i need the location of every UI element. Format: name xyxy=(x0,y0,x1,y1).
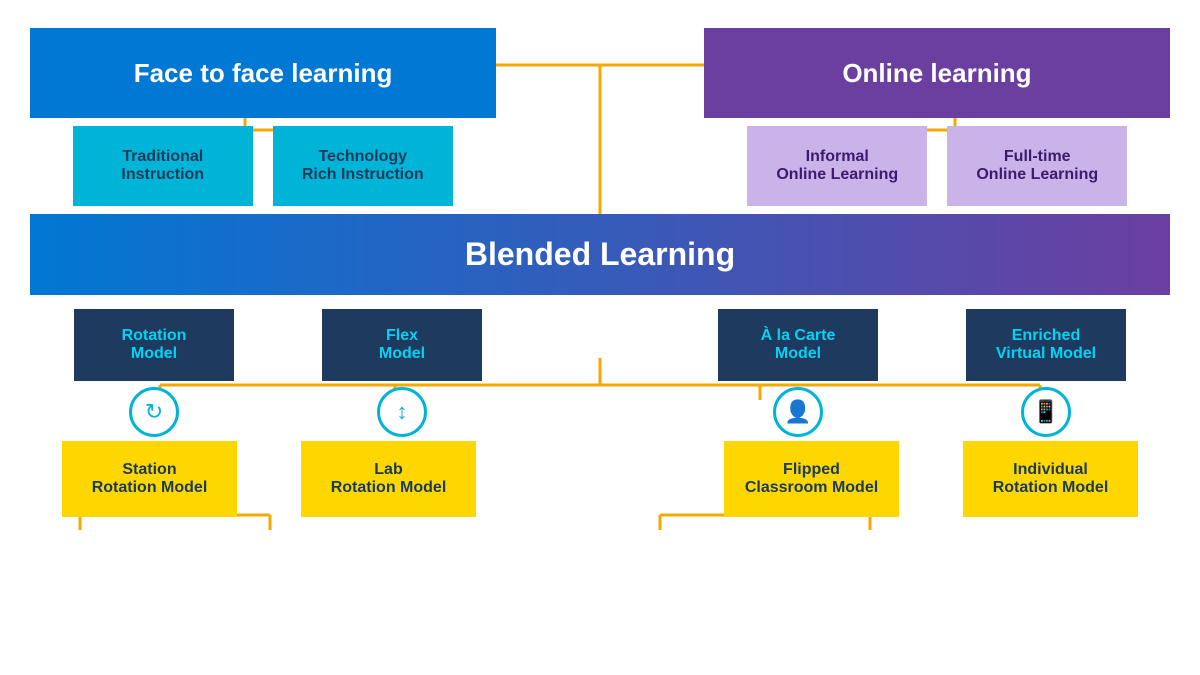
traditional-instruction-label: TraditionalInstruction xyxy=(121,148,204,184)
face-subcategories: TraditionalInstruction TechnologyRich In… xyxy=(30,126,496,206)
flex-model-label: FlexModel xyxy=(379,327,425,363)
traditional-instruction-box: TraditionalInstruction xyxy=(73,126,253,206)
rotation-model-group: RotationModel ↻ xyxy=(74,309,234,437)
rotation-icon: ↻ xyxy=(129,387,179,437)
alacarte-model-label: À la CarteModel xyxy=(761,327,836,363)
face-to-face-box: Face to face learning xyxy=(30,28,496,118)
alacarte-model-box: À la CarteModel xyxy=(718,309,878,381)
informal-online-box: InformalOnline Learning xyxy=(747,126,927,206)
tech-rich-box: TechnologyRich Instruction xyxy=(273,126,453,206)
rotation-model-label: RotationModel xyxy=(122,327,187,363)
flipped-classroom-label: FlippedClassroom Model xyxy=(745,461,878,497)
online-learning-label: Online learning xyxy=(842,58,1031,89)
blended-learning-bar: Blended Learning xyxy=(30,214,1170,295)
online-subcategories: InformalOnline Learning Full-timeOnline … xyxy=(705,126,1171,206)
flex-icon: ↕ xyxy=(377,387,427,437)
station-rotation-box: StationRotation Model xyxy=(62,441,237,517)
diagram: Face to face learning Online learning Tr… xyxy=(0,0,1200,675)
face-to-face-label: Face to face learning xyxy=(134,58,393,89)
enriched-virtual-label: EnrichedVirtual Model xyxy=(996,327,1096,363)
rotation-model-box: RotationModel xyxy=(74,309,234,381)
bottom-row: StationRotation Model LabRotation Model … xyxy=(30,441,1170,517)
fulltime-online-box: Full-timeOnline Learning xyxy=(947,126,1127,206)
lab-rotation-label: LabRotation Model xyxy=(331,461,447,497)
tech-rich-label: TechnologyRich Instruction xyxy=(302,148,424,184)
individual-rotation-box: IndividualRotation Model xyxy=(963,441,1138,517)
blended-learning-label: Blended Learning xyxy=(465,236,735,273)
alacarte-model-group: À la CarteModel 👤 xyxy=(718,309,878,437)
enriched-virtual-box: EnrichedVirtual Model xyxy=(966,309,1126,381)
online-learning-box: Online learning xyxy=(704,28,1170,118)
second-row: TraditionalInstruction TechnologyRich In… xyxy=(30,126,1170,206)
individual-rotation-label: IndividualRotation Model xyxy=(993,461,1109,497)
lab-rotation-box: LabRotation Model xyxy=(301,441,476,517)
models-row: RotationModel ↻ FlexModel ↕ À la CarteMo… xyxy=(30,309,1170,437)
enriched-icon: 📱 xyxy=(1021,387,1071,437)
flex-model-group: FlexModel ↕ xyxy=(322,309,482,437)
alacarte-icon: 👤 xyxy=(773,387,823,437)
informal-online-label: InformalOnline Learning xyxy=(776,148,898,184)
flex-model-box: FlexModel xyxy=(322,309,482,381)
top-row: Face to face learning Online learning xyxy=(30,28,1170,118)
station-rotation-label: StationRotation Model xyxy=(92,461,208,497)
flipped-classroom-box: FlippedClassroom Model xyxy=(724,441,899,517)
fulltime-online-label: Full-timeOnline Learning xyxy=(976,148,1098,184)
enriched-virtual-group: EnrichedVirtual Model 📱 xyxy=(966,309,1126,437)
